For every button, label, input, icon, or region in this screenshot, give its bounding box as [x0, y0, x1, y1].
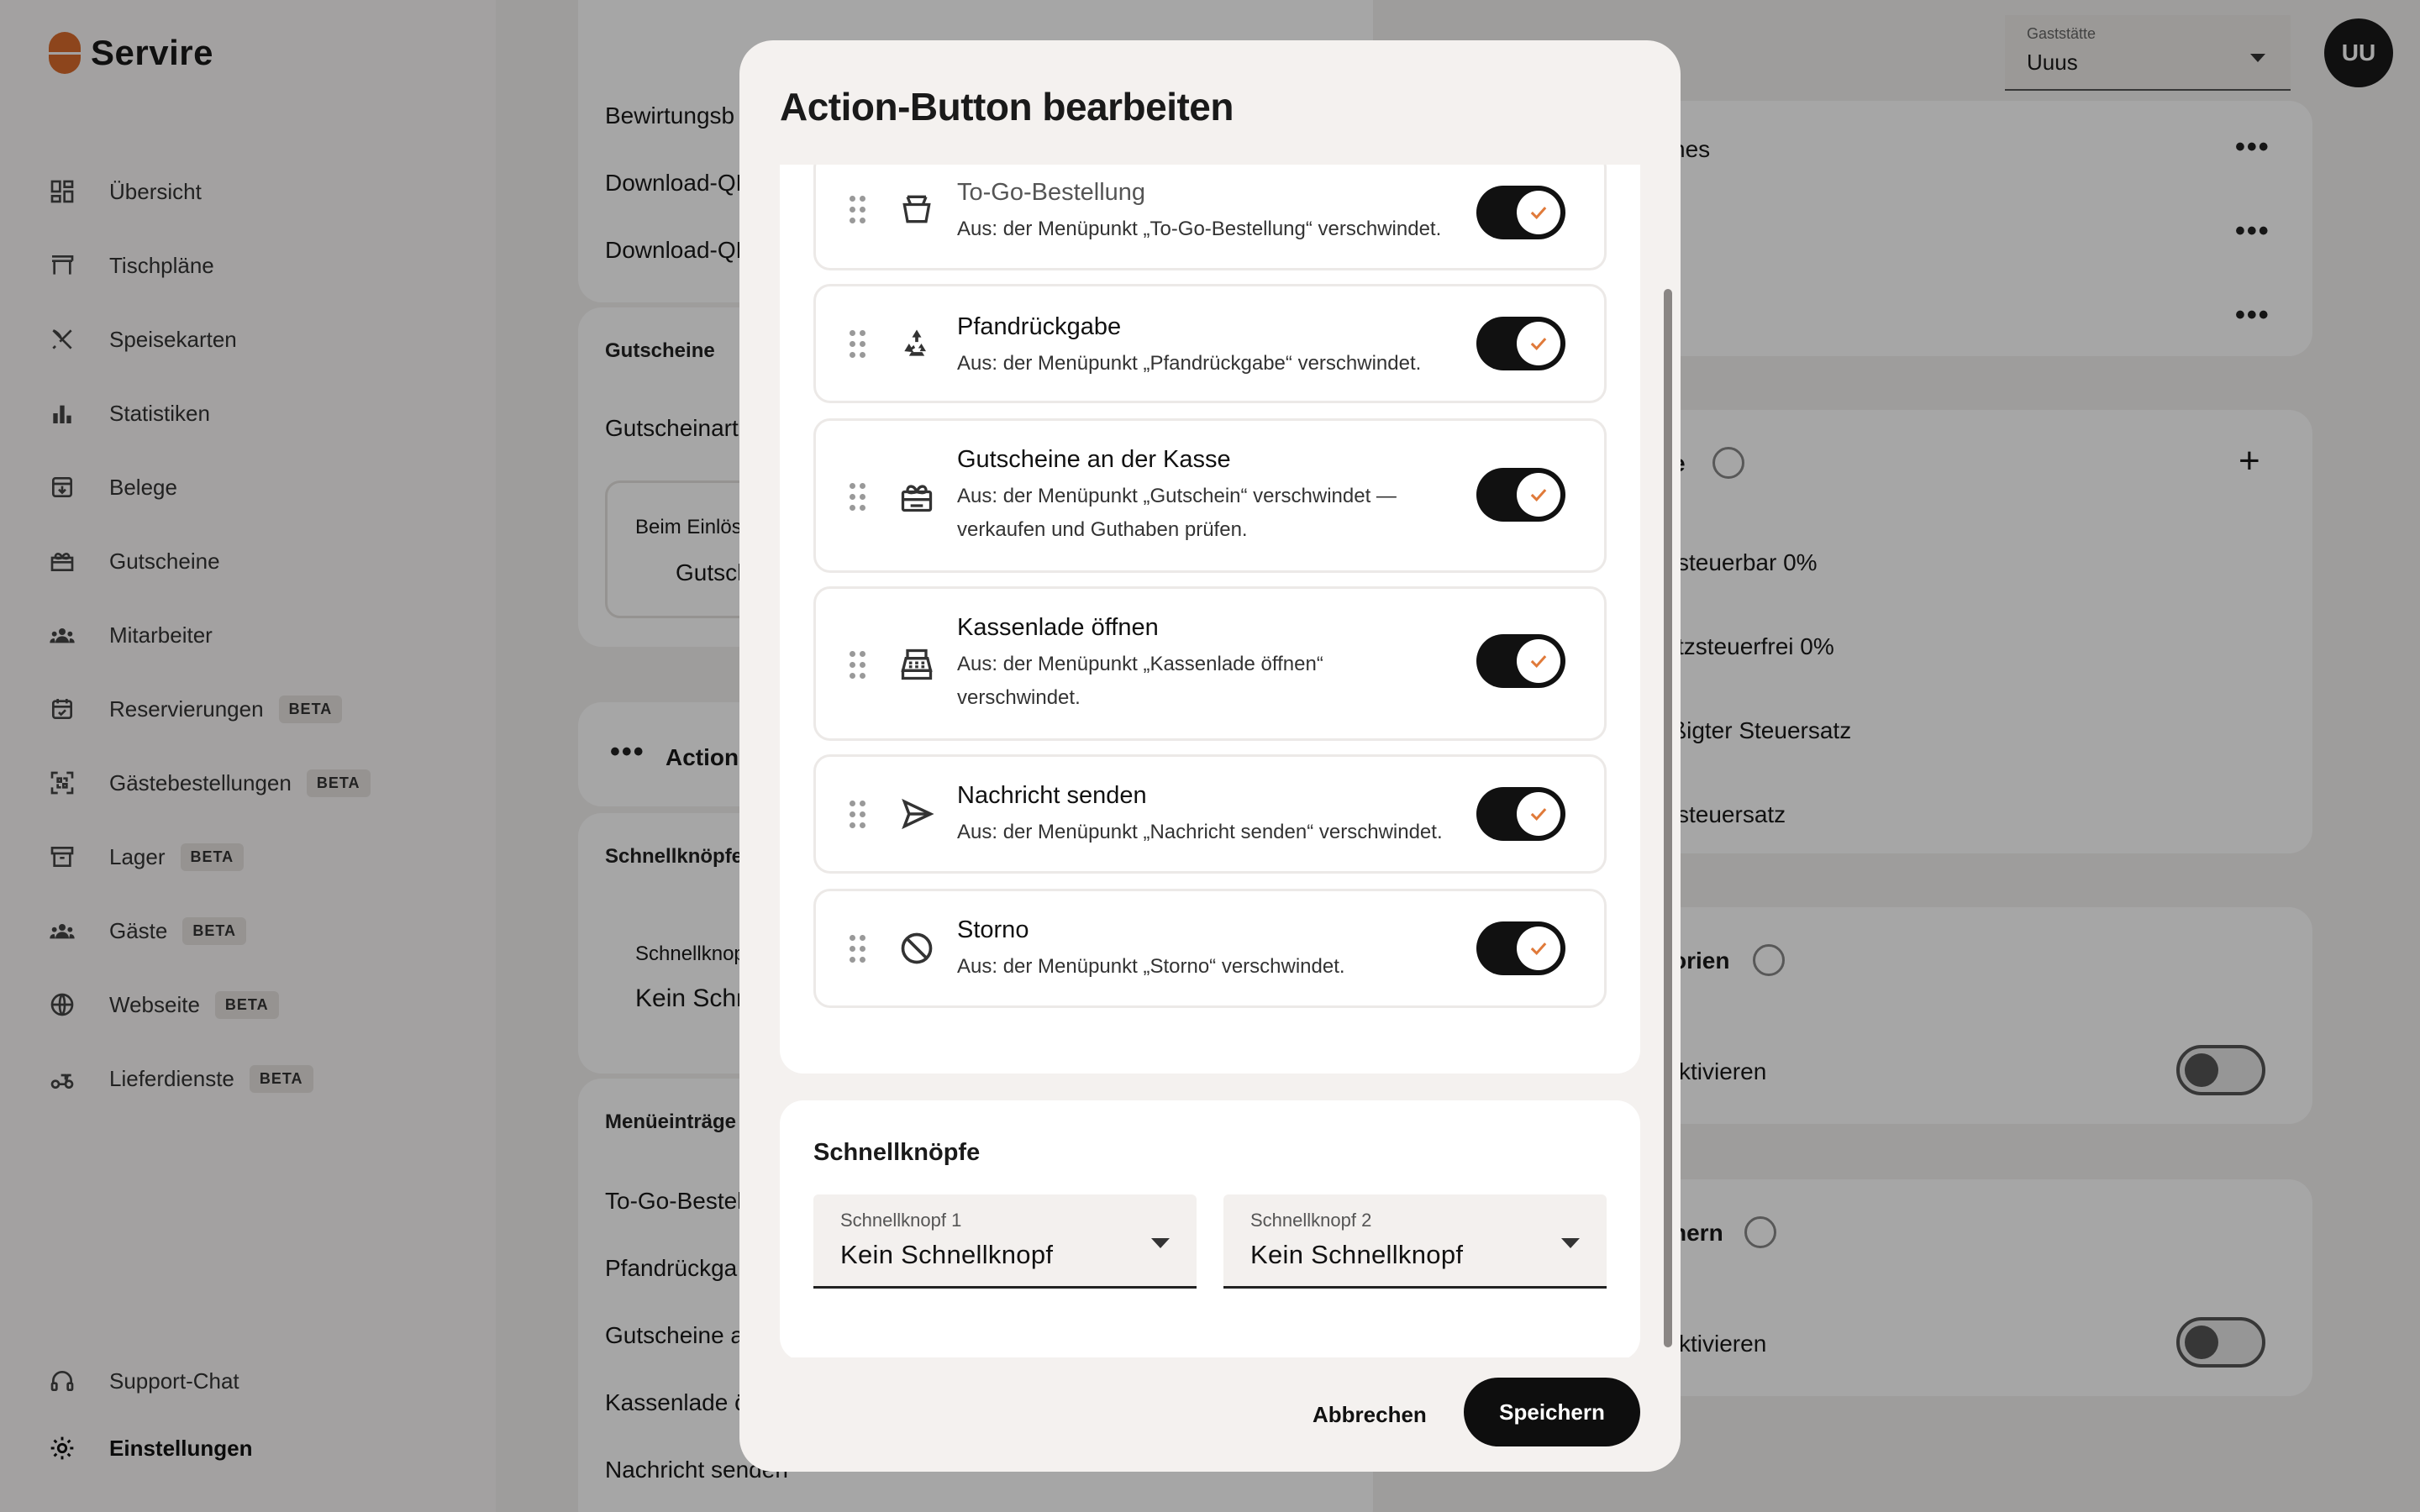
cash-register-icon — [898, 646, 935, 683]
menu-entry-row: Storno Aus: der Menüpunkt „Storno“ versc… — [813, 889, 1607, 1008]
menu-entry-title: Gutscheine an der Kasse — [957, 446, 1231, 473]
toggle-switch[interactable] — [1476, 468, 1565, 522]
chevron-down-icon — [1561, 1238, 1580, 1248]
toggle-switch[interactable] — [1476, 921, 1565, 975]
select-value: Kein Schnellknopf — [840, 1240, 1054, 1269]
check-icon — [1517, 792, 1560, 836]
menu-entry-row: Nachricht senden Aus: der Menüpunkt „Nac… — [813, 754, 1607, 874]
save-button[interactable]: Speichern — [1464, 1378, 1640, 1446]
menu-entry-row: To-Go-Bestellung Aus: der Menüpunkt „To-… — [813, 165, 1607, 270]
cancel-button[interactable]: Abbrechen — [1313, 1381, 1427, 1448]
gift-card-icon — [898, 478, 935, 515]
menu-entry-row: Kassenlade öffnen Aus: der Menüpunkt „Ka… — [813, 586, 1607, 741]
toggle-switch[interactable] — [1476, 317, 1565, 370]
quick-button-1-select[interactable]: Schnellknopf 1 Kein Schnellknopf — [813, 1194, 1197, 1289]
check-icon — [1517, 639, 1560, 683]
menu-entry-description: Aus: der Menüpunkt „Nachricht senden“ ve… — [957, 821, 1443, 843]
select-label: Schnellknopf 1 — [840, 1210, 962, 1231]
toggle-switch[interactable] — [1476, 787, 1565, 841]
quick-buttons-card: Schnellknöpfe Schnellknopf 1 Kein Schnel… — [780, 1100, 1640, 1357]
select-label: Schnellknopf 2 — [1250, 1210, 1372, 1231]
cancel-circle-icon — [898, 930, 935, 967]
menu-entry-row: Gutscheine an der Kasse Aus: der Menüpun… — [813, 418, 1607, 573]
quick-buttons-title: Schnellknöpfe — [813, 1139, 981, 1166]
drag-handle-icon[interactable] — [850, 196, 866, 224]
menu-entry-description: Aus: der Menüpunkt „Kassenlade öffnen“ v… — [957, 653, 1323, 709]
menu-entry-description: Aus: der Menüpunkt „Gutschein“ verschwin… — [957, 485, 1397, 541]
check-icon — [1517, 191, 1560, 234]
quick-button-2-select[interactable]: Schnellknopf 2 Kein Schnellknopf — [1223, 1194, 1607, 1289]
select-value: Kein Schnellknopf — [1250, 1240, 1464, 1269]
toggle-switch[interactable] — [1476, 186, 1565, 239]
recycle-icon — [898, 325, 935, 362]
chevron-down-icon — [1151, 1238, 1170, 1248]
takeaway-box-icon — [898, 191, 935, 228]
drag-handle-icon[interactable] — [850, 651, 866, 680]
check-icon — [1517, 322, 1560, 365]
menu-entry-title: To-Go-Bestellung — [957, 179, 1146, 206]
dialog-scroll-area[interactable]: To-Go-Bestellung Aus: der Menüpunkt „To-… — [780, 165, 1640, 1357]
menu-entries-card: To-Go-Bestellung Aus: der Menüpunkt „To-… — [780, 165, 1640, 1074]
send-icon — [898, 795, 935, 832]
drag-handle-icon[interactable] — [850, 935, 866, 963]
dialog-title: Action-Button bearbeiten — [780, 85, 1234, 129]
menu-entry-description: Aus: der Menüpunkt „Pfandrückgabe“ versc… — [957, 352, 1422, 375]
menu-entry-row: Pfandrückgabe Aus: der Menüpunkt „Pfandr… — [813, 284, 1607, 403]
menu-entry-title: Nachricht senden — [957, 782, 1147, 809]
check-icon — [1517, 927, 1560, 970]
menu-entry-title: Pfandrückgabe — [957, 313, 1122, 340]
edit-action-button-dialog: Action-Button bearbeiten To-Go-Bestellun… — [739, 40, 1681, 1472]
drag-handle-icon[interactable] — [850, 801, 866, 829]
drag-handle-icon[interactable] — [850, 330, 866, 359]
menu-entry-description: Aus: der Menüpunkt „Storno“ verschwindet… — [957, 955, 1345, 978]
menu-entry-title: Storno — [957, 916, 1029, 943]
toggle-switch[interactable] — [1476, 634, 1565, 688]
check-icon — [1517, 473, 1560, 517]
menu-entry-description: Aus: der Menüpunkt „To-Go-Bestellung“ ve… — [957, 218, 1442, 240]
menu-entry-title: Kassenlade öffnen — [957, 614, 1159, 641]
drag-handle-icon[interactable] — [850, 483, 866, 512]
dialog-scrollbar[interactable] — [1664, 289, 1672, 1347]
